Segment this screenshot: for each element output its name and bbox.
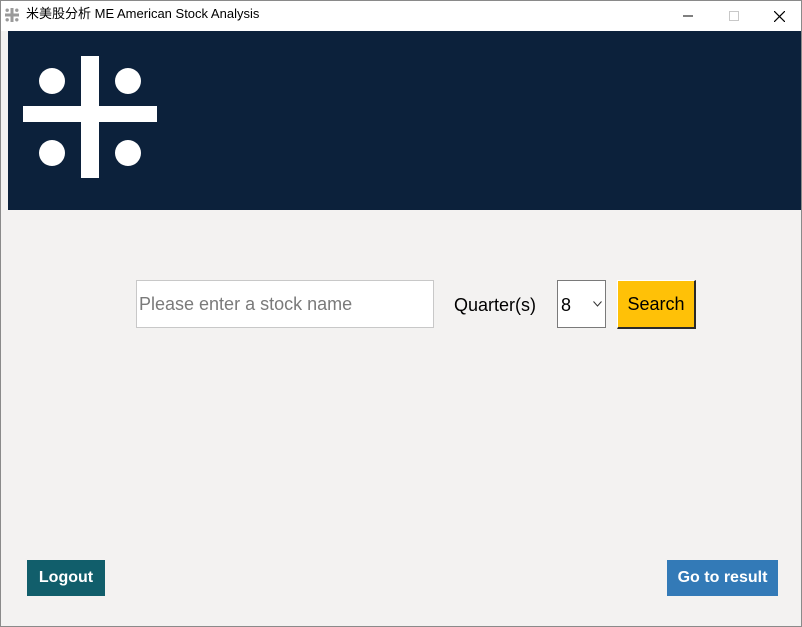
hashtag-dots-logo [23,56,157,178]
app-logo-icon [5,8,19,22]
stock-name-input[interactable] [136,280,434,328]
minimize-button[interactable] [665,1,711,31]
header-banner [8,31,801,210]
search-button[interactable]: Search [617,280,696,329]
chevron-down-icon [593,301,602,307]
maximize-icon [729,11,739,21]
quarter-dropdown[interactable]: 8 [557,280,606,328]
close-button[interactable] [756,1,802,31]
quarter-label: Quarter(s) [454,295,537,315]
minimize-icon [683,15,693,17]
logout-button[interactable]: Logout [27,560,105,596]
maximize-button[interactable] [711,1,757,31]
close-icon [773,10,785,22]
go-to-result-button[interactable]: Go to result [667,560,778,596]
title-bar[interactable]: 米美股分析 ME American Stock Analysis [1,1,801,31]
quarter-selected-value: 8 [561,295,572,315]
window-title: 米美股分析 ME American Stock Analysis [26,6,260,21]
app-window: 米美股分析 ME American Stock Analysis Please … [0,0,802,627]
